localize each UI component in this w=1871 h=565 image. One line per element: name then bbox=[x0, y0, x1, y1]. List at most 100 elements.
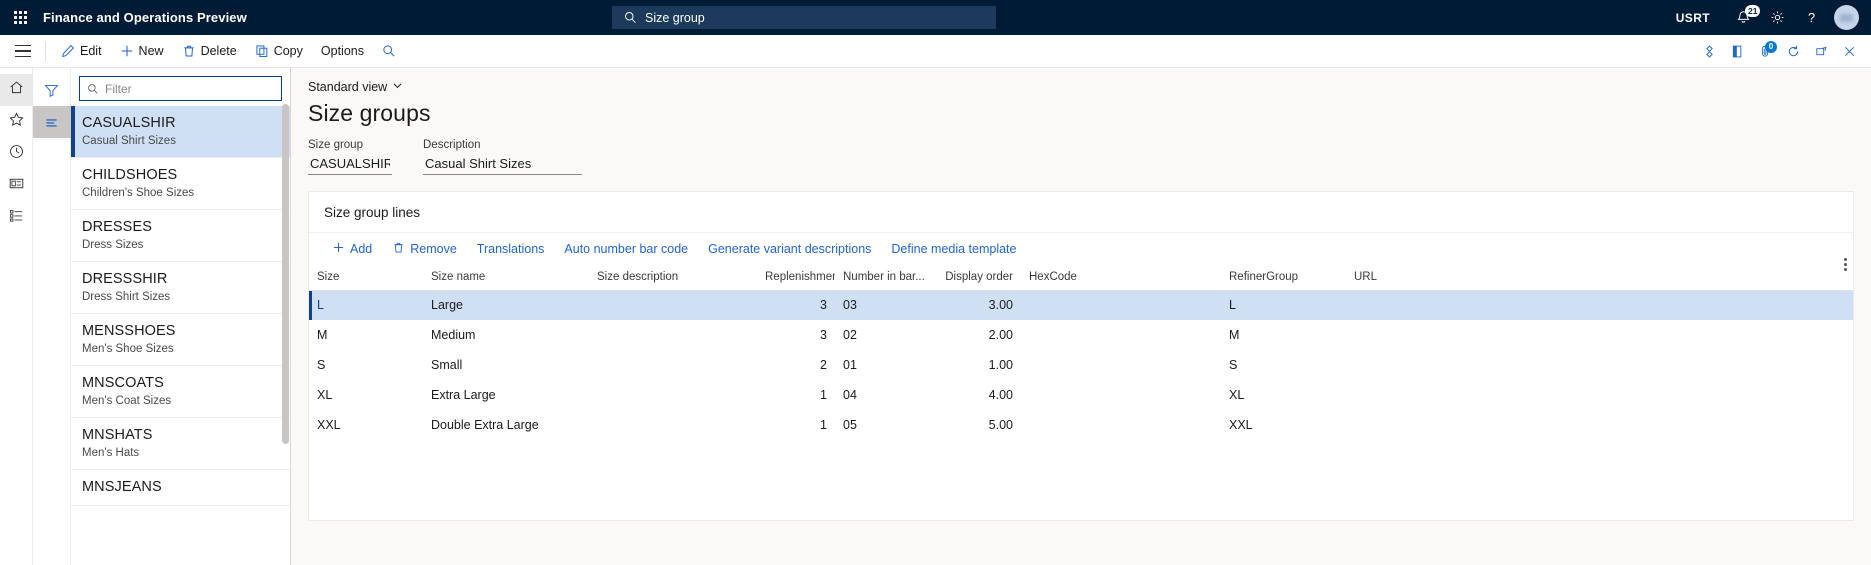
refresh-icon[interactable] bbox=[1779, 35, 1807, 68]
table-row[interactable]: S Small 2 01 1.00 S bbox=[309, 351, 1853, 381]
cell-display-order[interactable]: 4.00 bbox=[928, 381, 1021, 411]
table-row[interactable]: M Medium 3 02 2.00 M bbox=[309, 321, 1853, 351]
list-item[interactable]: MENSSHOES Men's Shoe Sizes bbox=[71, 314, 290, 366]
hamburger-menu-icon[interactable] bbox=[6, 35, 39, 67]
cell-hexcode[interactable] bbox=[1021, 321, 1221, 351]
cell-number-in-barcode[interactable]: 05 bbox=[835, 411, 928, 441]
cell-refiner-group[interactable]: S bbox=[1221, 351, 1346, 381]
cell-replenishment[interactable]: 1 bbox=[757, 411, 835, 441]
cell-hexcode[interactable] bbox=[1021, 411, 1221, 441]
cell-url[interactable] bbox=[1346, 321, 1853, 351]
column-header-hexcode[interactable]: HexCode bbox=[1021, 265, 1221, 291]
cell-replenishment[interactable]: 3 bbox=[757, 321, 835, 351]
search-page-icon[interactable] bbox=[373, 35, 405, 67]
list-item[interactable]: MNSHATS Men's Hats bbox=[71, 418, 290, 470]
global-search-box[interactable]: Size group bbox=[612, 6, 996, 29]
bell-icon[interactable]: 21 bbox=[1726, 0, 1760, 35]
cell-display-order[interactable]: 2.00 bbox=[928, 321, 1021, 351]
cell-number-in-barcode[interactable]: 02 bbox=[835, 321, 928, 351]
attachments-icon[interactable]: 0 bbox=[1751, 35, 1779, 68]
records-list[interactable]: CASUALSHIR Casual Shirt Sizes CHILDSHOES… bbox=[71, 106, 290, 565]
edit-button[interactable]: Edit bbox=[52, 35, 111, 67]
filter-icon[interactable] bbox=[33, 74, 71, 106]
cell-hexcode[interactable] bbox=[1021, 381, 1221, 411]
column-header-number-in-barcode[interactable]: Number in bar... bbox=[835, 265, 928, 291]
gear-icon[interactable] bbox=[1760, 0, 1794, 35]
cell-number-in-barcode[interactable]: 03 bbox=[835, 291, 928, 321]
cell-refiner-group[interactable]: L bbox=[1221, 291, 1346, 321]
column-header-replenishment[interactable]: Replenishment... bbox=[757, 265, 835, 291]
options-button[interactable]: Options bbox=[312, 35, 373, 67]
cell-size[interactable]: L bbox=[309, 291, 423, 321]
add-button[interactable]: Add bbox=[322, 239, 382, 259]
cell-size[interactable]: XL bbox=[309, 381, 423, 411]
cell-size[interactable]: M bbox=[309, 321, 423, 351]
company-indicator[interactable]: USRT bbox=[1676, 11, 1710, 25]
define-media-template-button[interactable]: Define media template bbox=[881, 240, 1026, 258]
cell-refiner-group[interactable]: XXL bbox=[1221, 411, 1346, 441]
translations-button[interactable]: Translations bbox=[467, 240, 555, 258]
remove-button[interactable]: Remove bbox=[382, 239, 467, 259]
cell-url[interactable] bbox=[1346, 381, 1853, 411]
cell-size-name[interactable]: Small bbox=[423, 351, 589, 381]
cell-url[interactable] bbox=[1346, 351, 1853, 381]
question-mark-icon[interactable]: ? bbox=[1794, 0, 1828, 35]
cell-size-name[interactable]: Medium bbox=[423, 321, 589, 351]
sidebar-item-home[interactable] bbox=[0, 74, 33, 106]
table-row[interactable]: XL Extra Large 1 04 4.00 XL bbox=[309, 381, 1853, 411]
column-header-url[interactable]: URL bbox=[1346, 265, 1853, 291]
list-scrollbar-thumb[interactable] bbox=[282, 104, 289, 444]
list-item[interactable]: CHILDSHOES Children's Shoe Sizes bbox=[71, 158, 290, 210]
list-item[interactable]: DRESSSHIR Dress Shirt Sizes bbox=[71, 262, 290, 314]
sidebar-item-modules[interactable] bbox=[0, 202, 33, 234]
cell-url[interactable] bbox=[1346, 411, 1853, 441]
cell-replenishment[interactable]: 1 bbox=[757, 381, 835, 411]
column-header-refiner-group[interactable]: RefinerGroup bbox=[1221, 265, 1346, 291]
view-selector[interactable]: Standard view bbox=[308, 80, 403, 94]
table-row[interactable]: XXL Double Extra Large 1 05 5.00 XXL bbox=[309, 411, 1853, 441]
cell-size-description[interactable] bbox=[589, 291, 757, 321]
size-group-input[interactable] bbox=[308, 154, 392, 175]
app-launcher-icon[interactable] bbox=[0, 0, 40, 35]
column-header-display-order[interactable]: Display order bbox=[928, 265, 1021, 291]
list-item[interactable]: CASUALSHIR Casual Shirt Sizes bbox=[71, 106, 290, 158]
auto-number-bar-code-button[interactable]: Auto number bar code bbox=[554, 240, 698, 258]
list-view-icon[interactable] bbox=[33, 106, 71, 138]
copy-button[interactable]: Copy bbox=[246, 35, 312, 67]
list-item[interactable]: DRESSES Dress Sizes bbox=[71, 210, 290, 262]
cell-hexcode[interactable] bbox=[1021, 351, 1221, 381]
new-button[interactable]: New bbox=[111, 35, 173, 67]
cell-replenishment[interactable]: 2 bbox=[757, 351, 835, 381]
list-item[interactable]: MNSCOATS Men's Coat Sizes bbox=[71, 366, 290, 418]
column-header-size-description[interactable]: Size description bbox=[589, 265, 757, 291]
column-header-size-name[interactable]: Size name bbox=[423, 265, 589, 291]
cell-size[interactable]: S bbox=[309, 351, 423, 381]
cell-refiner-group[interactable]: M bbox=[1221, 321, 1346, 351]
generate-variant-descriptions-button[interactable]: Generate variant descriptions bbox=[698, 240, 881, 258]
office-app-icon[interactable] bbox=[1723, 35, 1751, 68]
cell-size[interactable]: XXL bbox=[309, 411, 423, 441]
sidebar-item-recent[interactable] bbox=[0, 138, 33, 170]
sidebar-item-workspaces[interactable] bbox=[0, 170, 33, 202]
list-scrollbar[interactable] bbox=[282, 104, 289, 559]
cell-size-name[interactable]: Large bbox=[423, 291, 589, 321]
delete-button[interactable]: Delete bbox=[173, 35, 246, 67]
filter-input-wrapper[interactable] bbox=[79, 76, 282, 101]
cell-number-in-barcode[interactable]: 04 bbox=[835, 381, 928, 411]
overflow-menu-icon[interactable] bbox=[1844, 256, 1847, 273]
cell-size-name[interactable]: Double Extra Large bbox=[423, 411, 589, 441]
cell-size-description[interactable] bbox=[589, 411, 757, 441]
cell-replenishment[interactable]: 3 bbox=[757, 291, 835, 321]
cell-number-in-barcode[interactable]: 01 bbox=[835, 351, 928, 381]
cell-display-order[interactable]: 5.00 bbox=[928, 411, 1021, 441]
column-header-size[interactable]: Size bbox=[309, 265, 423, 291]
cell-size-description[interactable] bbox=[589, 351, 757, 381]
sidebar-item-favorites[interactable] bbox=[0, 106, 33, 138]
cell-size-description[interactable] bbox=[589, 321, 757, 351]
cell-size-name[interactable]: Extra Large bbox=[423, 381, 589, 411]
table-row[interactable]: L Large 3 03 3.00 L bbox=[309, 291, 1853, 321]
cell-size-description[interactable] bbox=[589, 381, 757, 411]
user-avatar[interactable] bbox=[1834, 5, 1859, 30]
cell-hexcode[interactable] bbox=[1021, 291, 1221, 321]
cell-display-order[interactable]: 3.00 bbox=[928, 291, 1021, 321]
